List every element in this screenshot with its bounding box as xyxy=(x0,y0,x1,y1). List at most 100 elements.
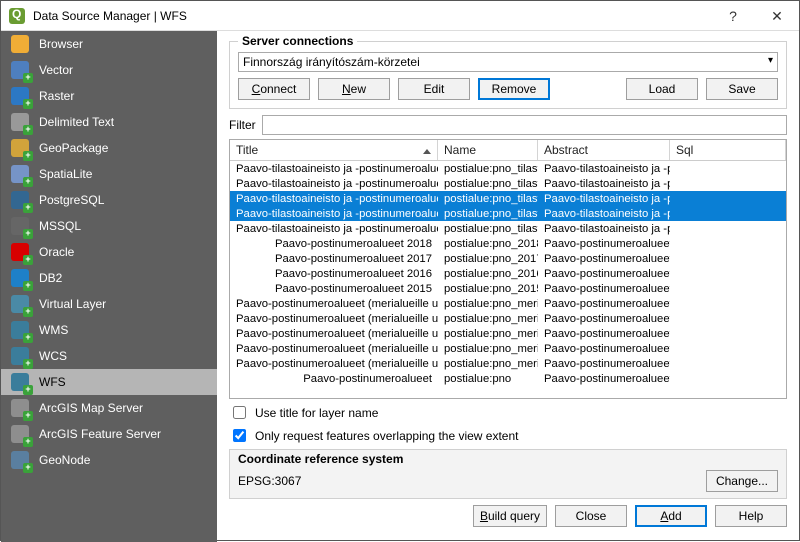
edit-button[interactable]: Edit xyxy=(398,78,470,100)
cell-title: Paavo-tilastoaineisto ja -postinumeroalu… xyxy=(230,208,438,220)
sidebar: Browser Vector Raster Delimited Text GeoPack… xyxy=(1,31,217,542)
table-row[interactable]: Paavo-tilastoaineisto ja -postinumeroalu… xyxy=(230,161,786,176)
sidebar-item-mssql[interactable]: MSSQL xyxy=(1,213,217,239)
sidebar-item-arcgis-map-server[interactable]: ArcGIS Map Server xyxy=(1,395,217,421)
cell-abstract: Paavo-postinumeroalueet (... xyxy=(538,313,670,325)
only-extent-checkbox[interactable]: Only request features overlapping the vi… xyxy=(229,426,787,445)
connect-button[interactable]: Connect xyxy=(238,78,310,100)
cell-abstract: Paavo-postinumeroalueet 2... xyxy=(538,238,670,250)
sidebar-item-wfs[interactable]: WFS xyxy=(1,369,217,395)
build-query-button[interactable]: Build query xyxy=(473,505,547,527)
new-button[interactable]: New xyxy=(318,78,390,100)
sidebar-item-label: Virtual Layer xyxy=(39,297,106,311)
server-connections-legend: Server connections xyxy=(238,34,357,48)
sidebar-item-arcgis-feature-server[interactable]: ArcGIS Feature Server xyxy=(1,421,217,447)
filter-input[interactable] xyxy=(262,115,787,135)
col-title[interactable]: Title xyxy=(230,140,438,160)
sidebar-item-label: Browser xyxy=(39,37,83,51)
vector-icon xyxy=(11,61,29,79)
arc-icon xyxy=(11,425,29,443)
table-row[interactable]: Paavo-postinumeroalueet (merialueille ul… xyxy=(230,296,786,311)
remove-button[interactable]: Remove xyxy=(478,78,550,100)
change-crs-button[interactable]: Change... xyxy=(706,470,778,492)
sidebar-item-oracle[interactable]: Oracle xyxy=(1,239,217,265)
cell-abstract: Paavo-tilastoaineisto ja -po... xyxy=(538,178,670,190)
crs-legend: Coordinate reference system xyxy=(238,452,778,466)
close-button[interactable]: Close xyxy=(555,505,627,527)
cell-name: postialue:pno_tilasto xyxy=(438,223,538,235)
cell-title: Paavo-postinumeroalueet 2015 xyxy=(230,283,438,295)
sidebar-item-virtual-layer[interactable]: Virtual Layer xyxy=(1,291,217,317)
col-sql[interactable]: Sql xyxy=(670,140,786,160)
connection-combo[interactable]: Finnország irányítószám-körzetei xyxy=(238,52,778,72)
cell-name: postialue:pno xyxy=(438,373,538,385)
table-row[interactable]: Paavo-postinumeroalueet 2016postialue:pn… xyxy=(230,266,786,281)
table-row[interactable]: Paavo-tilastoaineisto ja -postinumeroalu… xyxy=(230,191,786,206)
cell-abstract: Paavo-postinumeroalueet (... xyxy=(538,358,670,370)
cell-name: postialue:pno_meri xyxy=(438,358,538,370)
cell-name: postialue:pno_tilasto_2... xyxy=(438,178,538,190)
table-row[interactable]: Paavo-postinumeroalueet (merialueille ul… xyxy=(230,311,786,326)
cell-abstract: Paavo-postinumeroalueet xyxy=(538,373,670,385)
help-button[interactable]: ? xyxy=(711,1,755,31)
cell-title: Paavo-postinumeroalueet (merialueille ul… xyxy=(230,343,438,355)
sidebar-item-delimited-text[interactable]: Delimited Text xyxy=(1,109,217,135)
cell-abstract: Paavo-postinumeroalueet (... xyxy=(538,328,670,340)
sidebar-item-spatialite[interactable]: SpatiaLite xyxy=(1,161,217,187)
load-button[interactable]: Load xyxy=(626,78,698,100)
db2-icon xyxy=(11,269,29,287)
sidebar-item-geopackage[interactable]: GeoPackage xyxy=(1,135,217,161)
sidebar-item-label: WFS xyxy=(39,375,66,389)
sidebar-item-browser[interactable]: Browser xyxy=(1,31,217,57)
sidebar-item-label: ArcGIS Feature Server xyxy=(39,427,161,441)
col-name[interactable]: Name xyxy=(438,140,538,160)
sidebar-item-label: WMS xyxy=(39,323,68,337)
table-row[interactable]: Paavo-postinumeroalueet 2018postialue:pn… xyxy=(230,236,786,251)
sidebar-item-db2[interactable]: DB2 xyxy=(1,265,217,291)
table-row[interactable]: Paavo-tilastoaineisto ja -postinumeroalu… xyxy=(230,176,786,191)
table-row[interactable]: Paavo-postinumeroalueet 2015postialue:pn… xyxy=(230,281,786,296)
sidebar-item-label: GeoNode xyxy=(39,453,90,467)
table-body[interactable]: Paavo-tilastoaineisto ja -postinumeroalu… xyxy=(230,161,786,398)
table-row[interactable]: Paavo-tilastoaineisto ja -postinumeroalu… xyxy=(230,206,786,221)
cell-title: Paavo-tilastoaineisto ja -postinumeroalu… xyxy=(230,223,438,235)
table-row[interactable]: Paavo-postinumeroalueet (merialueille ul… xyxy=(230,356,786,371)
wcs-icon xyxy=(11,347,29,365)
save-button[interactable]: Save xyxy=(706,78,778,100)
sidebar-item-label: MSSQL xyxy=(39,219,81,233)
sidebar-item-postgresql[interactable]: PostgreSQL xyxy=(1,187,217,213)
sidebar-item-label: DB2 xyxy=(39,271,62,285)
cell-title: Paavo-tilastoaineisto ja -postinumeroalu… xyxy=(230,178,438,190)
layer-table[interactable]: Title Name Abstract Sql Paavo-tilastoain… xyxy=(229,139,787,399)
cell-name: postialue:pno_tilasto_2... xyxy=(438,193,538,205)
col-abstract[interactable]: Abstract xyxy=(538,140,670,160)
sidebar-item-raster[interactable]: Raster xyxy=(1,83,217,109)
connection-selected: Finnország irányítószám-körzetei xyxy=(243,55,420,69)
cell-title: Paavo-postinumeroalueet (merialueille ul… xyxy=(230,298,438,310)
help-button-bottom[interactable]: Help xyxy=(715,505,787,527)
app-icon xyxy=(9,8,25,24)
table-row[interactable]: Paavo-postinumeroalueet (merialueille ul… xyxy=(230,326,786,341)
sidebar-item-wms[interactable]: WMS xyxy=(1,317,217,343)
cell-name: postialue:pno_meri_2018 xyxy=(438,298,538,310)
table-header[interactable]: Title Name Abstract Sql xyxy=(230,140,786,161)
table-row[interactable]: Paavo-postinumeroalueetpostialue:pnoPaav… xyxy=(230,371,786,386)
table-row[interactable]: Paavo-postinumeroalueet (merialueille ul… xyxy=(230,341,786,356)
sidebar-item-label: GeoPackage xyxy=(39,141,108,155)
sidebar-item-wcs[interactable]: WCS xyxy=(1,343,217,369)
cell-name: postialue:pno_2016 xyxy=(438,268,538,280)
cell-title: Paavo-postinumeroalueet (merialueille ul… xyxy=(230,358,438,370)
close-window-button[interactable]: ✕ xyxy=(755,1,799,31)
sidebar-item-label: Raster xyxy=(39,89,74,103)
sidebar-item-geonode[interactable]: GeoNode xyxy=(1,447,217,473)
table-row[interactable]: Paavo-tilastoaineisto ja -postinumeroalu… xyxy=(230,221,786,236)
use-title-checkbox[interactable]: Use title for layer name xyxy=(229,403,787,422)
table-row[interactable]: Paavo-postinumeroalueet 2017postialue:pn… xyxy=(230,251,786,266)
cell-abstract: Paavo-postinumeroalueet (... xyxy=(538,298,670,310)
filter-label: Filter xyxy=(229,118,256,132)
add-button[interactable]: Add xyxy=(635,505,707,527)
filter-row: Filter xyxy=(229,115,787,135)
folder-icon xyxy=(11,35,29,53)
cell-abstract: Paavo-tilastoaineisto ja -po... xyxy=(538,208,670,220)
sidebar-item-vector[interactable]: Vector xyxy=(1,57,217,83)
